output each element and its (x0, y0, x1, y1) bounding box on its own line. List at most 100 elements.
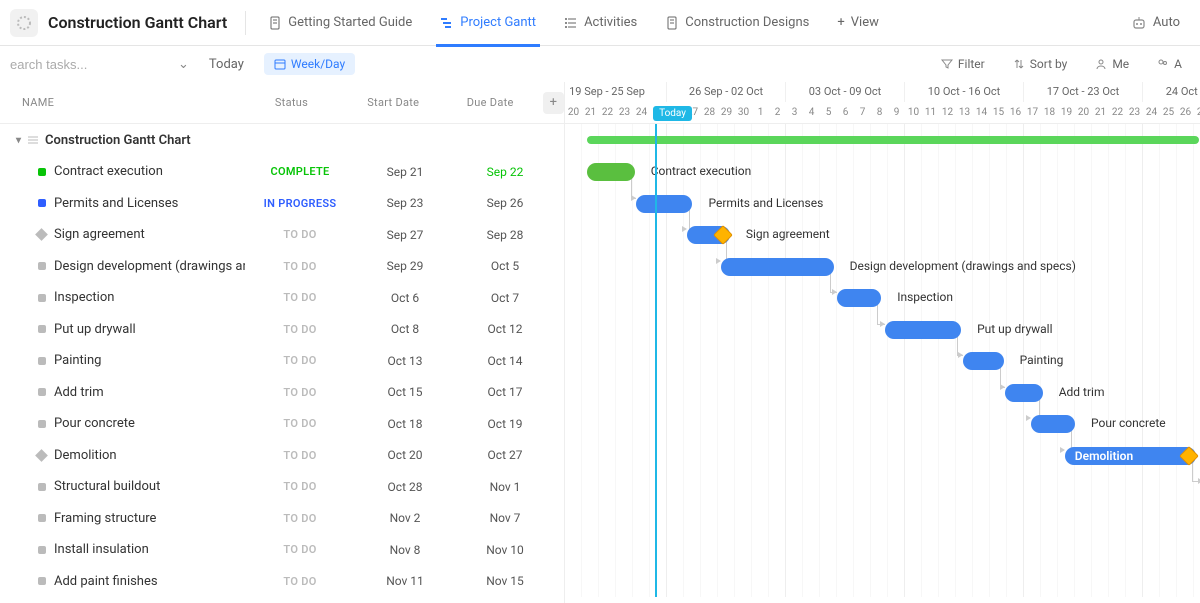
add-view-button[interactable]: + View (825, 0, 891, 46)
sort-button[interactable]: Sort by (1005, 53, 1076, 75)
task-status[interactable]: TO DO (245, 417, 355, 430)
task-due[interactable]: Oct 7 (455, 291, 555, 305)
dependency-arrow (631, 195, 636, 201)
toolbar: ⌄ Today Week/Day Filter Sort by Me A (0, 46, 1200, 82)
task-due[interactable]: Sep 28 (455, 228, 555, 242)
task-row[interactable]: Framing structureTO DONov 2Nov 7 (0, 503, 564, 535)
task-due[interactable]: Oct 5 (455, 259, 555, 273)
col-status[interactable]: Status (238, 96, 345, 109)
task-status[interactable]: TO DO (245, 575, 355, 588)
task-row[interactable]: Design development (drawings an...TO DOS… (0, 251, 564, 283)
task-start[interactable]: Sep 29 (355, 259, 455, 273)
task-status[interactable]: TO DO (245, 323, 355, 336)
search-input[interactable] (10, 57, 170, 72)
task-status[interactable]: TO DO (245, 386, 355, 399)
task-start[interactable]: Oct 18 (355, 417, 455, 431)
day-header: 18 (1041, 102, 1058, 123)
task-row[interactable]: Add paint finishesTO DONov 11Nov 15 (0, 566, 564, 598)
status-dot (38, 294, 46, 302)
task-status[interactable]: TO DO (245, 228, 355, 241)
task-due[interactable]: Oct 14 (455, 354, 555, 368)
gantt-body[interactable]: Today Contract executionPermits and Lice… (565, 124, 1200, 597)
tab-project-gantt[interactable]: Project Gantt (428, 0, 548, 46)
task-due[interactable]: Sep 26 (455, 196, 555, 210)
add-column-button[interactable]: + (543, 92, 564, 114)
col-name[interactable]: NAME (0, 96, 238, 109)
task-row[interactable]: Contract executionCOMPLETESep 21Sep 22 (0, 156, 564, 188)
task-row[interactable]: Permits and LicensesIN PROGRESSSep 23Sep… (0, 188, 564, 220)
task-start[interactable]: Sep 23 (355, 196, 455, 210)
assignee-button[interactable]: A (1149, 53, 1190, 75)
task-status[interactable]: TO DO (245, 543, 355, 556)
task-row[interactable]: DemolitionTO DOOct 20Oct 27 (0, 440, 564, 472)
filter-button[interactable]: Filter (933, 53, 993, 75)
tab-activities[interactable]: Activities (552, 0, 649, 46)
task-start[interactable]: Oct 6 (355, 291, 455, 305)
task-start[interactable]: Sep 21 (355, 165, 455, 179)
task-row[interactable]: Pour concreteTO DOOct 18Oct 19 (0, 408, 564, 440)
gantt-bar[interactable] (885, 321, 962, 339)
auto-label: Auto (1153, 15, 1180, 30)
task-due[interactable]: Oct 19 (455, 417, 555, 431)
day-header: 28 (701, 102, 718, 123)
parent-row[interactable]: ▾ Construction Gantt Chart (0, 124, 564, 156)
task-status[interactable]: TO DO (245, 260, 355, 273)
robot-icon (1131, 15, 1147, 31)
task-start[interactable]: Oct 20 (355, 448, 455, 462)
col-start[interactable]: Start Date (345, 96, 442, 109)
task-row[interactable]: Add trimTO DOOct 15Oct 17 (0, 377, 564, 409)
gantt-bar[interactable] (636, 195, 692, 213)
col-due[interactable]: Due Date (442, 96, 539, 109)
summary-bar[interactable] (587, 136, 1199, 144)
task-row[interactable]: InspectionTO DOOct 6Oct 7 (0, 282, 564, 314)
task-row[interactable]: Sign agreementTO DOSep 27Sep 28 (0, 219, 564, 251)
task-start[interactable]: Oct 28 (355, 480, 455, 494)
task-status[interactable]: IN PROGRESS (245, 197, 355, 210)
automation-button[interactable]: Auto (1121, 15, 1190, 31)
task-row[interactable]: Install insulationTO DONov 8Nov 10 (0, 534, 564, 566)
gantt-bar[interactable]: Demolition (1065, 447, 1196, 465)
zoom-selector[interactable]: Week/Day (264, 53, 355, 75)
task-status[interactable]: COMPLETE (245, 165, 355, 178)
task-status[interactable]: TO DO (245, 480, 355, 493)
task-start[interactable]: Nov 2 (355, 511, 455, 525)
task-status[interactable]: TO DO (245, 354, 355, 367)
task-due[interactable]: Oct 17 (455, 385, 555, 399)
gantt-bar[interactable] (963, 352, 1004, 370)
gantt-bar[interactable] (1005, 384, 1042, 402)
caret-down-icon[interactable]: ▾ (16, 135, 21, 146)
task-due[interactable]: Oct 27 (455, 448, 555, 462)
task-due[interactable]: Nov 10 (455, 543, 555, 557)
task-start[interactable]: Oct 13 (355, 354, 455, 368)
task-due[interactable]: Nov 15 (455, 574, 555, 588)
task-row[interactable]: Structural buildoutTO DOOct 28Nov 1 (0, 471, 564, 503)
task-start[interactable]: Nov 11 (355, 574, 455, 588)
doc-icon (665, 16, 679, 30)
chevron-down-icon[interactable]: ⌄ (178, 57, 189, 72)
task-start[interactable]: Nov 8 (355, 543, 455, 557)
day-header: 16 (1007, 102, 1024, 123)
tab-construction-designs[interactable]: Construction Designs (653, 0, 821, 46)
task-status[interactable]: TO DO (245, 512, 355, 525)
gantt-bar[interactable] (587, 163, 635, 181)
status-dot (38, 262, 46, 270)
gantt-bar[interactable] (837, 289, 881, 307)
task-due[interactable]: Oct 12 (455, 322, 555, 336)
task-start[interactable]: Oct 8 (355, 322, 455, 336)
task-status[interactable]: TO DO (245, 449, 355, 462)
today-button[interactable]: Today (201, 53, 252, 76)
gantt-bar[interactable] (721, 258, 833, 276)
task-start[interactable]: Oct 15 (355, 385, 455, 399)
me-button[interactable]: Me (1087, 53, 1137, 75)
task-start[interactable]: Sep 27 (355, 228, 455, 242)
tab-getting-started-guide[interactable]: Getting Started Guide (256, 0, 424, 46)
gantt-bar[interactable] (1031, 415, 1075, 433)
task-row[interactable]: Put up drywallTO DOOct 8Oct 12 (0, 314, 564, 346)
task-due[interactable]: Nov 1 (455, 480, 555, 494)
app-logo[interactable] (10, 9, 38, 37)
task-due[interactable]: Nov 7 (455, 511, 555, 525)
task-row[interactable]: PaintingTO DOOct 13Oct 14 (0, 345, 564, 377)
task-status[interactable]: TO DO (245, 291, 355, 304)
gantt-chart[interactable]: 19 Sep - 25 Sep26 Sep - 02 Oct03 Oct - 0… (565, 82, 1200, 603)
task-due[interactable]: Sep 22 (455, 165, 555, 179)
